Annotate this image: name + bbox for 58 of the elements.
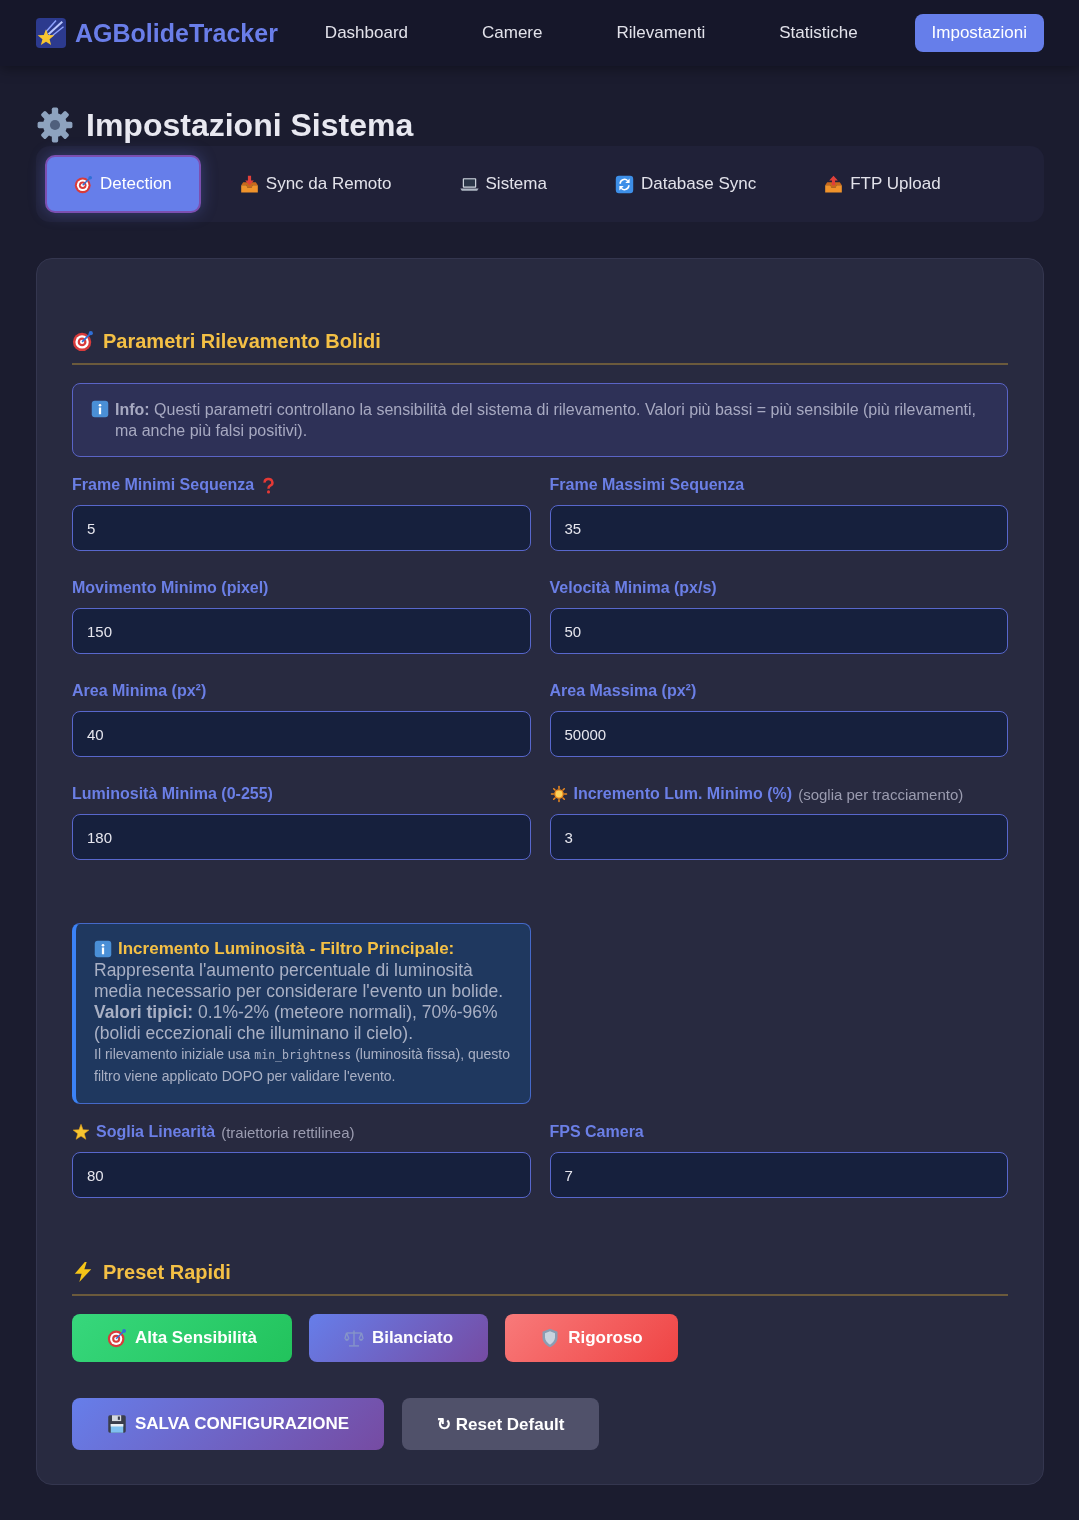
label-note: (soglia per tracciamento) <box>798 785 964 803</box>
refresh-icon <box>614 174 634 194</box>
input-field[interactable]: 5 <box>72 505 531 551</box>
field-label: Area Massima (px²) <box>549 682 697 700</box>
note-footnote: Il rilevamento iniziale usa min_brightness (luminosità fissa), questo filtro viene applicato DOPO per validare l'evento. <box>94 1045 511 1086</box>
nav-link[interactable]: Rilevamenti <box>599 14 723 52</box>
shield-icon <box>540 1328 561 1348</box>
star-icon <box>72 1123 90 1141</box>
tab[interactable]: Database Sync <box>585 155 786 213</box>
field-label: Incremento Lum. Minimo (%) <box>573 785 793 803</box>
field-label: Soglia Linearità <box>96 1123 216 1141</box>
page-title: Impostazioni Sistema <box>86 106 414 144</box>
lightning-icon <box>72 1261 94 1283</box>
target-icon <box>74 174 93 194</box>
nav-link[interactable]: Impostazioni <box>914 14 1044 52</box>
label-note: (traiettoria rettilinea) <box>221 1123 355 1141</box>
tab[interactable]: Sync da Remoto <box>210 155 421 213</box>
input-field[interactable]: 50000 <box>549 711 1008 757</box>
note-title: Incremento Luminosità - Filtro Principale: <box>118 939 455 959</box>
section-title: Parametri Rilevamento Bolidi <box>103 329 381 353</box>
note-text: Valori tipici: 0.1%-2% (meteore normali), 70%-96% (bolidi eccezionali che illuminano il cielo). <box>94 1002 499 1044</box>
target-icon <box>72 330 94 352</box>
settings-icon <box>36 106 74 144</box>
input-field[interactable]: 150 <box>72 608 531 654</box>
nav-link[interactable]: Camere <box>465 14 560 52</box>
field-label: Frame Massimi Sequenza <box>549 476 745 494</box>
nav-link[interactable]: Statistiche <box>762 14 875 52</box>
nav-link[interactable]: Dashboard <box>307 14 426 52</box>
input-field[interactable]: 50 <box>549 608 1008 654</box>
target-icon <box>107 1328 127 1348</box>
field-label: Movimento Minimo (pixel) <box>72 579 269 597</box>
input-field[interactable]: 40 <box>72 711 531 757</box>
field-label: Luminosità Minima (0-255) <box>72 785 273 803</box>
info-icon <box>91 400 109 418</box>
input-field[interactable]: 3 <box>549 814 1008 860</box>
input-field[interactable]: 180 <box>72 814 531 860</box>
field-label: Area Minima (px²) <box>72 682 207 700</box>
sun-icon <box>549 785 568 803</box>
input-field[interactable]: 80 <box>72 1152 531 1198</box>
field-label: Velocità Minima (px/s) <box>549 579 717 597</box>
field-label: FPS Camera <box>549 1123 644 1141</box>
input-field[interactable]: 35 <box>549 505 1008 551</box>
inbox-tray-icon <box>239 174 259 194</box>
input-field[interactable]: 7 <box>549 1152 1008 1198</box>
outbox-tray-icon <box>824 174 844 194</box>
tab[interactable]: Detection <box>45 155 201 213</box>
info-text: Info: Questi parametri controllano la sensibilità del sistema di rilevamento. Valori più bassi = più sensibile (più rilevamenti, ma anche più falsi positivi). <box>115 400 977 441</box>
save-button[interactable]: SALVA CONFIGURAZIONE <box>72 1398 385 1450</box>
preset-button[interactable]: Bilanciato <box>308 1314 489 1362</box>
reset-button[interactable]: ↻ Reset Default <box>402 1398 600 1450</box>
scales-icon <box>343 1328 364 1348</box>
tab[interactable]: FTP Upload <box>795 155 970 213</box>
info-icon <box>94 940 112 958</box>
note-text: Rappresenta l'aumento percentuale di luminosità media necessario per considerare l'evento un bolide. <box>94 960 504 1002</box>
brand-name: AGBolideTracker <box>75 18 278 48</box>
field-label: Frame Minimi Sequenza <box>72 476 255 494</box>
section-title: Preset Rapidi <box>103 1260 231 1284</box>
tab[interactable]: Sistema <box>430 155 576 213</box>
